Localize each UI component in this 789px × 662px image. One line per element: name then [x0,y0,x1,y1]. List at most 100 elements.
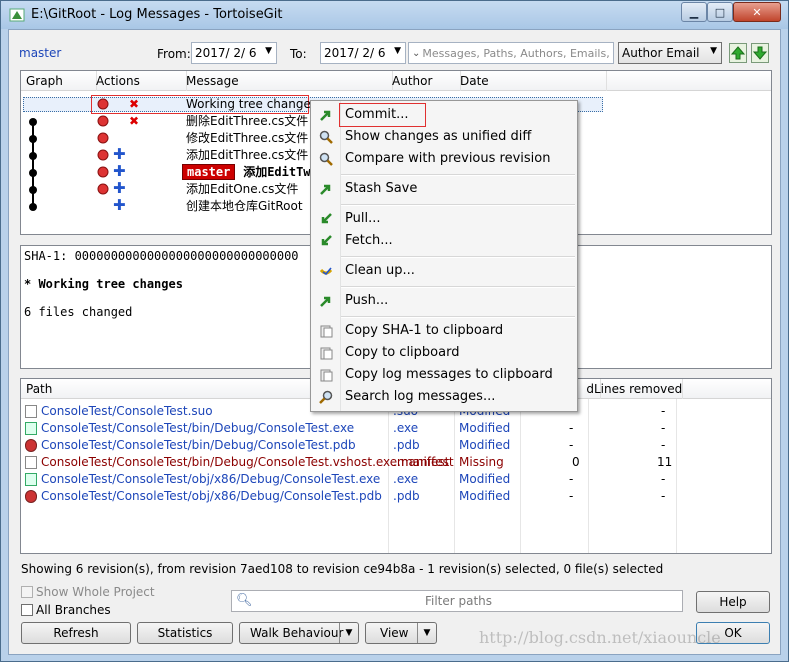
column-divider [588,399,589,553]
menu-item-label: Push... [345,293,389,308]
menu-item-copy-log-messages[interactable]: Copy log messages to clipboard [311,364,576,386]
refresh-button[interactable]: Refresh [21,622,131,644]
title-bar[interactable]: E:\GitRoot - Log Messages - TortoiseGit … [1,1,788,29]
menu-item-pull[interactable]: Pull... [311,208,576,230]
filter-paths-input[interactable]: 🔍︎ Filter paths [231,590,683,612]
menu-item-unified-diff[interactable]: Show changes as unified diff [311,126,576,148]
file-path[interactable]: ConsoleTest/ConsoleTest/obj/x86/Debug/Co… [41,471,380,488]
menu-separator [341,286,575,288]
app-window: E:\GitRoot - Log Messages - TortoiseGit … [0,0,789,662]
search-input[interactable]: ⌄ Messages, Paths, Authors, Emails, SHA-… [408,42,614,64]
file-status: Missing [459,455,504,469]
menu-item-label: Compare with previous revision [345,151,551,166]
modified-action-icon [97,98,109,113]
menu-separator [341,204,575,206]
lines-removed: - [661,438,666,452]
menu-item-label: Copy to clipboard [345,345,460,360]
log-row-message[interactable]: 删除EditThree.cs文件 [186,113,308,130]
menu-item-copy-clipboard[interactable]: Copy to clipboard [311,342,576,364]
menu-separator [341,256,575,258]
chevron-down-icon: ▼ [265,46,272,56]
close-button[interactable]: ✕ [733,2,781,22]
modified-action-icon [97,132,109,147]
revision-graph [29,118,37,211]
log-row-message[interactable]: 创建本地仓库GitRoot [186,198,303,215]
column-header-date[interactable]: Date [455,71,607,91]
file-path[interactable]: ConsoleTest/ConsoleTest/bin/Debug/Consol… [41,454,454,471]
statistics-button[interactable]: Statistics [137,622,233,644]
log-row-message: 添加EditTwo [243,165,318,179]
field-select[interactable]: Author Email ▼ [618,42,722,64]
menu-item-fetch[interactable]: Fetch... [311,230,576,252]
log-row-message[interactable]: 修改EditThree.cs文件 [186,130,308,147]
maximize-button[interactable]: □ [707,2,733,22]
menu-item-push[interactable]: Push... [311,290,576,312]
lines-added: - [569,489,574,503]
log-row-message-with-tag[interactable]: master 添加EditTwo [182,164,318,181]
column-header-message[interactable]: Message [181,71,393,91]
column-divider [454,399,455,553]
help-button[interactable]: Help [696,591,770,613]
field-select-value: Author Email [622,46,700,60]
minimize-button[interactable]: ▁ [681,2,707,22]
column-header-graph[interactable]: Graph [21,71,97,91]
all-branches-checkbox[interactable] [21,604,33,616]
walk-behaviour-button[interactable]: Walk Behaviour ▼ [239,622,359,644]
menu-item-stash-save[interactable]: Stash Save [311,178,576,200]
file-path[interactable]: ConsoleTest/ConsoleTest/bin/Debug/Consol… [41,420,354,437]
menu-separator [341,174,575,176]
fetch-icon [318,233,334,249]
menu-item-label: Copy SHA-1 to clipboard [345,323,504,338]
add-action-icon: ✚ [113,179,126,197]
file-path[interactable]: ConsoleTest/ConsoleTest/obj/x86/Debug/Co… [41,488,382,505]
menu-item-search-log[interactable]: Search log messages... [311,386,576,408]
to-date-field[interactable]: 2017/ 2/ 6 ▼ [320,42,406,64]
tortoisegit-logo-icon [9,7,25,23]
chevron-down-icon[interactable]: ▼ [339,623,358,643]
exe-file-icon [25,473,37,486]
exe-file-icon [25,422,37,435]
window-title: E:\GitRoot - Log Messages - TortoiseGit [31,7,283,22]
menu-item-copy-sha1[interactable]: Copy SHA-1 to clipboard [311,320,576,342]
menu-item-compare-previous[interactable]: Compare with previous revision [311,148,576,170]
file-extension: .pdb [393,489,420,503]
view-button[interactable]: View ▼ [365,622,437,644]
filter-paths-placeholder: Filter paths [424,594,493,608]
menu-item-clean-up[interactable]: Clean up... [311,260,576,282]
lines-added: - [569,438,574,452]
chevron-down-icon[interactable]: ▼ [417,623,436,643]
magnifier-icon [318,129,334,145]
lines-added: - [569,421,574,435]
column-divider [520,399,521,553]
column-header-author[interactable]: Author [387,71,461,91]
from-label: From: [157,47,191,61]
prev-arrow-button[interactable] [729,43,747,63]
menu-separator [341,316,575,318]
show-whole-project-checkbox[interactable] [21,586,33,598]
file-extension: .pdb [393,438,420,452]
commit-icon [318,107,334,123]
from-date-field[interactable]: 2017/ 2/ 6 ▼ [191,42,277,64]
add-action-icon: ✚ [113,145,126,163]
lines-added: - [569,472,574,486]
next-arrow-button[interactable] [751,43,769,63]
delete-action-icon: ✖ [129,97,140,111]
arrow-up-icon [730,46,746,60]
menu-item-label: Search log messages... [345,389,496,404]
walk-behaviour-label: Walk Behaviour [250,626,344,640]
log-row-message[interactable]: 添加EditThree.cs文件 [186,147,308,164]
branch-link[interactable]: master [19,46,61,60]
pdb-file-icon [25,439,37,452]
status-bar-text: Showing 6 revision(s), from revision 7ae… [21,562,664,576]
modified-action-icon [97,149,109,164]
file-status: Modified [459,438,511,452]
log-row-message[interactable]: Working tree changes [186,96,317,113]
file-path[interactable]: ConsoleTest/ConsoleTest.suo [41,403,213,420]
files-changed-text: 6 files changed [24,305,133,319]
context-menu[interactable]: Commit... Show changes as unified diff C… [310,100,578,412]
log-row-message[interactable]: 添加EditOne.cs文件 [186,181,298,198]
file-path[interactable]: ConsoleTest/ConsoleTest/bin/Debug/Consol… [41,437,356,454]
sha-line: SHA-1: 0000000000000000000000000000000 [24,249,299,263]
column-header-actions[interactable]: Actions [91,71,187,91]
column-header-lines-removed[interactable]: Lines removed [589,379,683,399]
